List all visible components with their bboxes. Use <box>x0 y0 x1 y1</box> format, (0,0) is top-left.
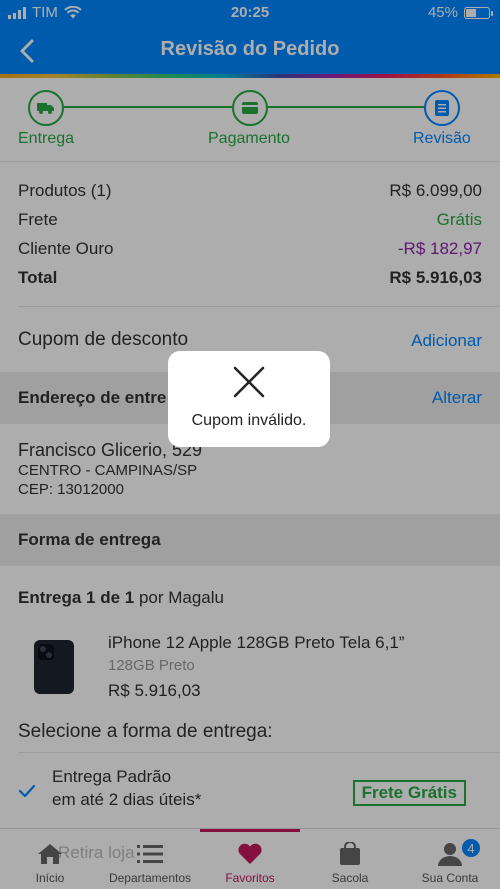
close-x-icon <box>233 366 265 398</box>
toast-message: Cupom inválido. <box>191 412 307 429</box>
error-toast: Cupom inválido. <box>168 351 330 447</box>
